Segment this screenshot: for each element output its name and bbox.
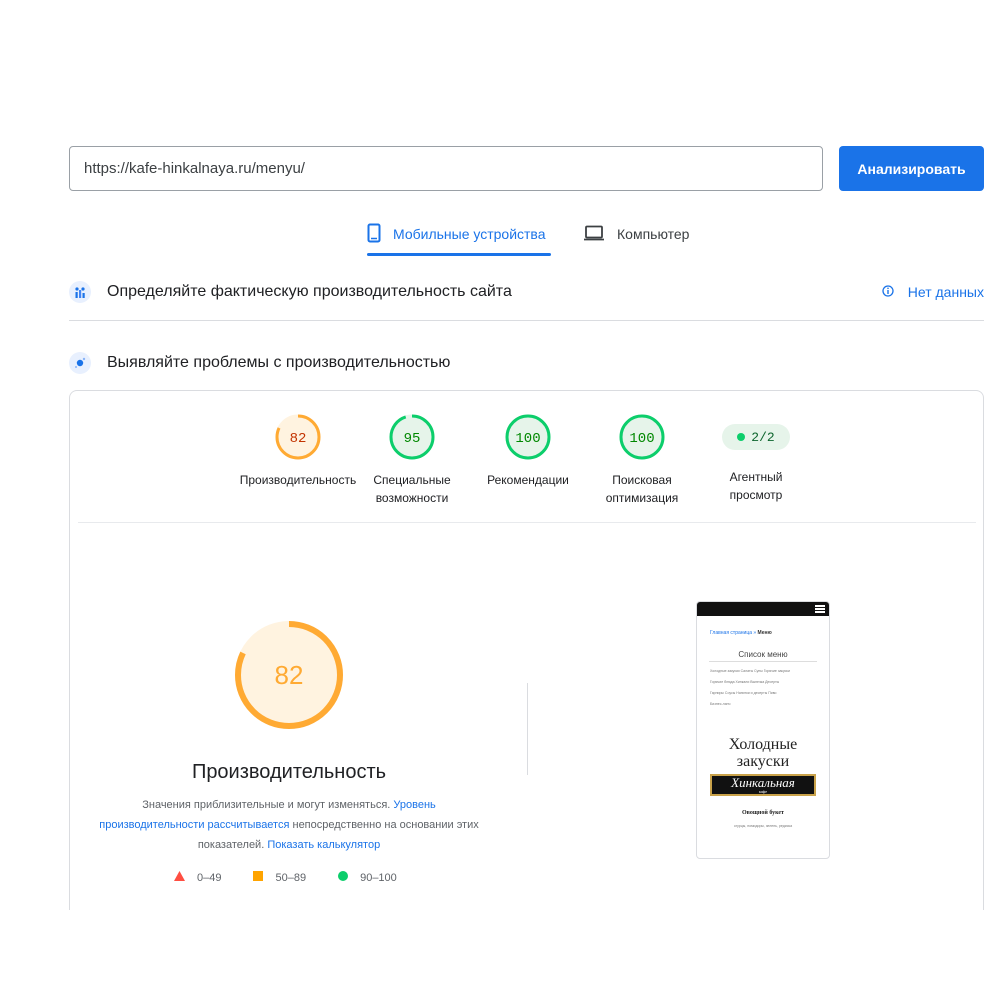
thumb-link-row: Бизнес-ланч [710, 702, 731, 706]
pwa-pass-dot [737, 433, 746, 441]
hamburger-menu-icon [815, 605, 825, 613]
gauge-seo-ring: 100 [619, 414, 665, 460]
thumb-divider [709, 661, 817, 662]
pwa-badge: 2/2 [722, 424, 790, 450]
pwa-value: 2/2 [751, 429, 775, 445]
field-data-icon [69, 281, 91, 303]
gauge-pwa-label: Агентный просмотр [729, 470, 783, 502]
gauge-accessibility-label: Специальные возможности [373, 473, 451, 505]
thumb-breadcrumb: Главная страница » Меню [710, 630, 772, 636]
report-divider [78, 522, 976, 523]
page-screenshot: Главная страница » Меню Список меню Холо… [696, 601, 830, 859]
analyze-button[interactable]: Анализировать [839, 146, 984, 191]
fail-triangle-icon [174, 871, 185, 884]
performance-big-gauge: 82 [235, 621, 343, 729]
thumb-header [697, 602, 829, 616]
device-tabs: Мобильные устройства Компьютер [0, 212, 1000, 256]
lighthouse-report: 82 Производительность 95 Специальные воз… [69, 390, 984, 910]
gauge-performance[interactable]: 82 Производительность [230, 413, 366, 489]
thumb-menu-title: Список меню [738, 650, 788, 659]
gauge-best-practices-ring: 100 [505, 414, 551, 460]
legend-pass: 90–100 [338, 871, 397, 884]
performance-title: Производительность [191, 761, 387, 783]
tab-mobile-label: Мобильные устройства [393, 226, 546, 242]
gauge-pwa[interactable]: 2/2 Агентный просмотр [706, 424, 806, 504]
performance-description: Значения приблизительные и могут изменят… [99, 799, 479, 851]
gauge-best-practices-label: Рекомендации [487, 473, 569, 487]
gauge-accessibility[interactable]: 95 Специальные возможности [364, 413, 460, 507]
tab-mobile[interactable]: Мобильные устройства [367, 212, 551, 256]
legend-average: 50–89 [253, 871, 306, 884]
no-data-label: Нет данных [907, 284, 984, 300]
thumb-dish-title: Овощной букет [741, 810, 785, 816]
thumb-logo: Хинкальная кафе [710, 774, 816, 796]
gauge-seo-score: 100 [629, 431, 654, 447]
gauge-accessibility-ring: 95 [389, 414, 435, 460]
no-data-link[interactable]: Нет данных [882, 272, 984, 312]
info-icon [882, 284, 894, 300]
field-data-row: Определяйте фактическую производительнос… [69, 272, 984, 312]
lab-data-icon [69, 352, 91, 374]
smartphone-icon [367, 223, 381, 246]
gauge-accessibility-score: 95 [404, 431, 421, 447]
gauge-best-practices[interactable]: 100 Рекомендации [478, 413, 578, 489]
url-input[interactable] [84, 160, 822, 177]
laptop-icon [583, 225, 605, 244]
lab-data-row: Выявляйте проблемы с производительностью [69, 343, 984, 383]
pass-circle-icon [338, 871, 349, 884]
field-data-label: Определяйте фактическую производительнос… [107, 283, 512, 300]
legend-fail: 0–49 [174, 871, 221, 884]
thumb-link-row: Гарниры Соусы Напитки и десерты Пиво [710, 691, 777, 695]
tab-desktop-label: Компьютер [617, 226, 690, 242]
gauge-seo[interactable]: 100 Поисковая оптимизация [592, 413, 692, 507]
gauge-best-practices-score: 100 [515, 431, 540, 447]
gauge-performance-score: 82 [290, 431, 307, 447]
calculator-link[interactable]: Показать калькулятор [267, 839, 380, 851]
gauge-performance-label: Производительность [239, 473, 357, 487]
active-tab-indicator [367, 253, 551, 256]
average-square-icon [253, 871, 264, 884]
lab-data-label: Выявляйте проблемы с производительностью [107, 354, 451, 371]
thumb-link-row: Горячие блюда Хинкали Выпечка Десерты [710, 680, 780, 684]
section-divider [69, 320, 984, 321]
gauge-seo-label: Поисковая оптимизация [605, 473, 679, 505]
thumb-heading: Холодные закуски [728, 736, 798, 770]
url-field[interactable] [69, 146, 823, 191]
thumb-dish-description: огурцы, помидоры, зелень, редиска [733, 824, 793, 828]
gauge-performance-ring: 82 [275, 414, 321, 460]
vertical-divider [527, 683, 528, 775]
score-legend: 0–49 50–89 90–100 [174, 871, 429, 884]
tab-desktop[interactable]: Компьютер [583, 212, 703, 256]
thumb-link-row: Холодные закуски Салаты Супы Горячие зак… [710, 669, 790, 673]
performance-big-score: 82 [275, 660, 304, 690]
